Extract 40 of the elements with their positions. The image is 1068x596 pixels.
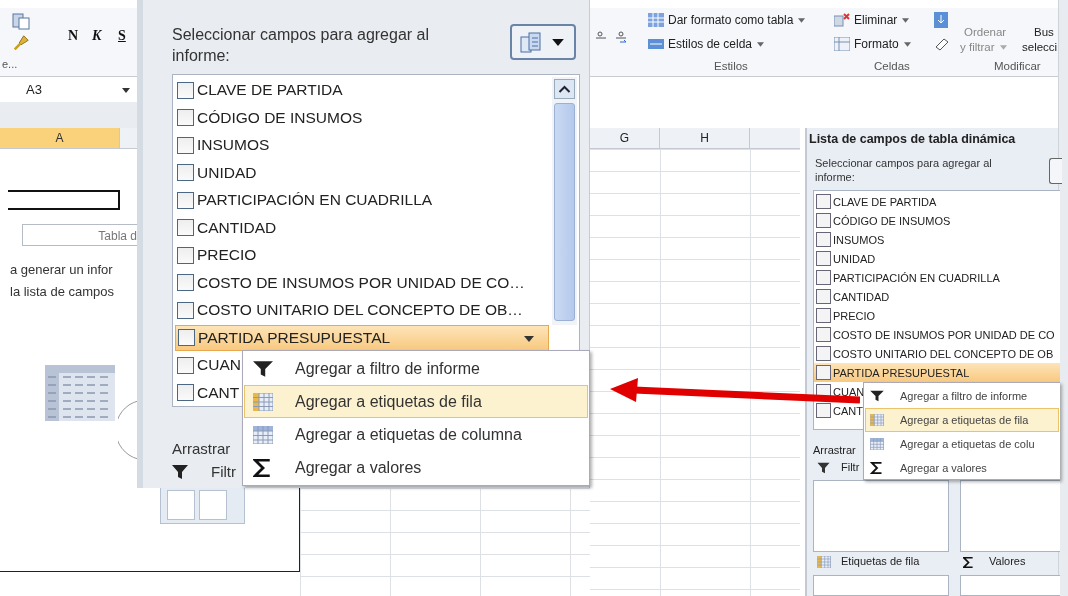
pivot-table-caption: Tabla d <box>22 224 137 246</box>
field-name: CÓDIGO DE INSUMOS <box>833 214 951 227</box>
field-name: CÓDIGO DE INSUMOS <box>197 108 363 127</box>
field-name: PARTIDA PRESUPUESTAL <box>198 328 391 347</box>
instruction-text: la lista de campos <box>10 284 115 299</box>
field-name: COSTO DE INSUMOS POR UNIDAD DE CO… <box>197 273 525 292</box>
areas-hint: Arrastrar <box>172 440 231 457</box>
field-name: PARTICIPACIÓN EN CUADRILLA <box>833 271 1000 284</box>
values-area-label: Valores <box>989 555 1026 567</box>
field-name: PARTICIPACIÓN EN CUADRILLA <box>197 191 433 209</box>
field-name: INSUMOS <box>833 233 885 246</box>
filter-area-label: Filtr <box>211 463 236 480</box>
areas-hint: Arrastrar <box>813 444 856 456</box>
field-name: CANT <box>833 404 863 417</box>
row-labels-area-label: Etiquetas de fila <box>841 555 920 567</box>
field-name: PRECIO <box>833 309 876 322</box>
pane-title: Lista de campos de tabla dinámica <box>809 132 1016 146</box>
field-name: COSTO DE INSUMOS POR UNIDAD DE CO <box>833 328 1055 341</box>
group-label: Celdas <box>874 60 910 72</box>
field-name: CUAN <box>833 385 865 398</box>
field-name: PRECIO <box>197 246 257 264</box>
filter-area-label: Filtr <box>841 461 860 473</box>
field-name: CANT <box>197 383 240 402</box>
group-label: Modificar <box>994 60 1041 72</box>
field-name: CLAVE DE PARTIDA <box>833 195 937 208</box>
field-name: CUAN <box>197 356 241 374</box>
field-name: INSUMOS <box>197 136 270 154</box>
field-prompt: Seleccionar campos para agregar al informe: <box>172 25 431 66</box>
field-name: UNIDAD <box>197 163 257 182</box>
field-name: CLAVE DE PARTIDA <box>197 81 343 99</box>
field-name: COSTO UNITARIO DEL CONCEPTO DE OB… <box>197 301 523 319</box>
field-prompt: Seleccionar campos para agregar al informe: <box>815 156 993 184</box>
clipboard-group-label: e... <box>2 58 18 70</box>
field-name: PARTIDA PRESUPUESTAL <box>833 366 970 379</box>
field-name: CANTIDAD <box>197 218 277 237</box>
field-name: UNIDAD <box>833 252 876 265</box>
field-name: CANTIDAD <box>833 290 890 303</box>
field-name: COSTO UNITARIO DEL CONCEPTO DE OB <box>833 347 1054 360</box>
instruction-text: a generar un infor <box>10 262 113 277</box>
group-label: Estilos <box>714 60 748 72</box>
